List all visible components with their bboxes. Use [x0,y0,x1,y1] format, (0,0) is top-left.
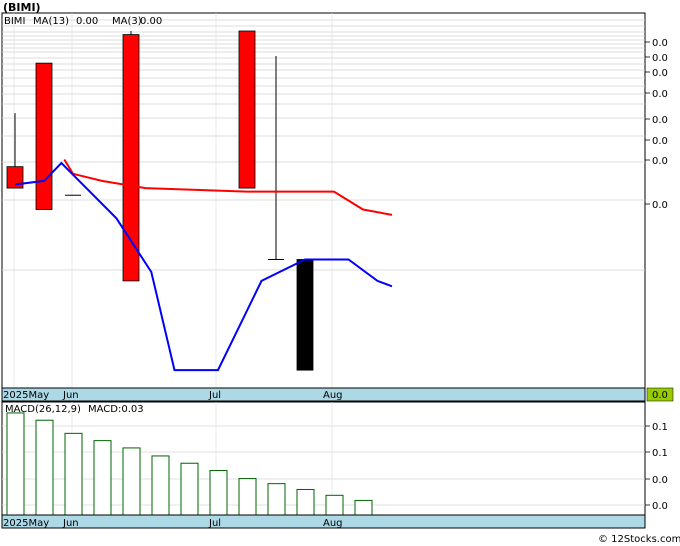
macd-y-tick-label: 0.0 [652,475,668,486]
macd-bar [180,462,199,516]
macd-legend-value: MACD:0.03 [88,404,144,415]
price-y-tick-label: 0.0 [652,53,668,64]
price-x-label: 2025May [3,390,49,401]
price-y-tick-label: 0.0 [652,156,668,167]
legend-ma3-label: MA(3) [112,16,142,27]
candle-body [6,166,24,189]
price-x-label: Jul [208,390,221,401]
last-value-label: 0.0 [652,390,668,401]
price-y-tick-label: 0.0 [652,200,668,211]
macd-y-tick-label: 0.0 [652,501,668,512]
candle-body [296,259,314,371]
legend-ma13-value: 0.00 [76,16,98,27]
candle-body [35,62,53,210]
candle-body [238,30,256,189]
macd-bar [209,470,228,516]
macd-bar [122,447,141,516]
macd-bar [296,488,315,516]
legend-ma13-label: MA(13) [33,16,69,27]
legend-ma3-value: 0.00 [140,16,162,27]
macd-y-tick-label: 0.1 [652,422,668,433]
macd-bar [238,478,257,516]
macd-bar [35,419,54,516]
macd-y-ticks: 0.1 0.1 0.0 0.0 [645,422,668,512]
macd-bar [325,494,344,516]
macd-bar [93,440,112,516]
price-x-label: Jun [62,390,79,401]
macd-x-label: Jun [62,518,79,529]
macd-bar [6,412,25,516]
macd-x-label: Jul [208,518,221,529]
macd-bar [64,432,83,516]
macd-bar [354,499,373,516]
macd-y-tick-label: 0.1 [652,448,668,459]
stock-chart: (BIMI) BIMI MA(13) 0.00 MA(3) 0.00 0.00.… [1,1,680,545]
price-y-tick-label: 0.0 [652,136,668,147]
price-y-tick-label: 0.0 [652,89,668,100]
watermark: © 12Stocks.com [598,534,680,545]
macd-x-label: Aug [323,518,343,529]
chart-title: (BIMI) [3,1,41,14]
price-y-tick-label: 0.0 [652,115,668,126]
price-y-ticks: 0.0 0.0 0.0 0.0 0.0 0.0 0.0 0.0 [645,38,668,211]
price-x-label: Aug [323,390,343,401]
macd-x-label: 2025May [3,518,49,529]
price-y-tick-label: 0.0 [652,38,668,49]
price-y-tick-label: 0.0 [652,68,668,79]
legend-ticker: BIMI [4,16,25,27]
candle-body [122,34,140,282]
macd-bar [267,483,286,516]
macd-bar [151,455,170,516]
